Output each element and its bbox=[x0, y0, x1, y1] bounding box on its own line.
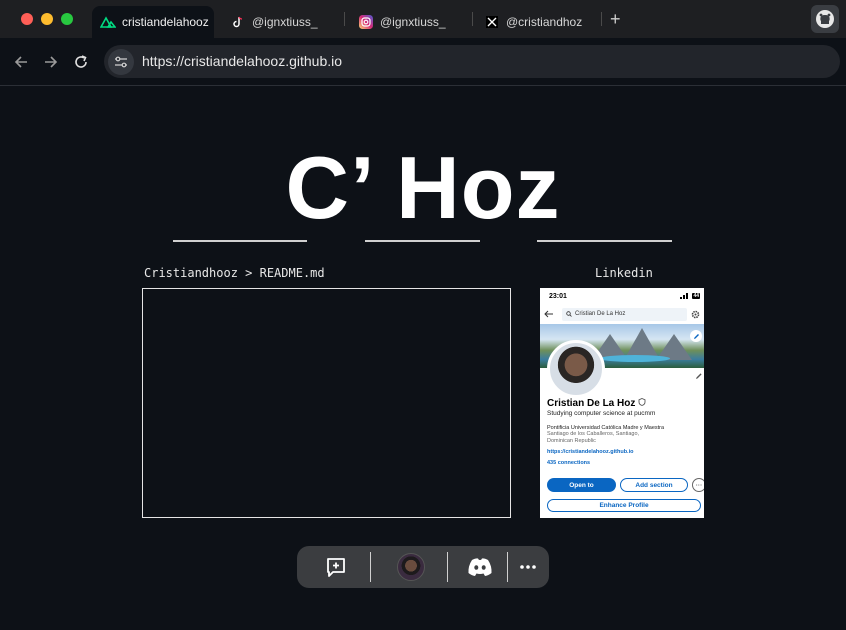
browser-toolbar: https://cristiandelahooz.github.io bbox=[0, 38, 846, 86]
back-arrow-icon bbox=[14, 56, 27, 68]
profile-location-country: Dominican Republic bbox=[547, 438, 596, 444]
more-icon[interactable] bbox=[515, 546, 541, 588]
tab-x[interactable]: @cristiandhoz bbox=[476, 6, 598, 38]
tab-separator bbox=[344, 12, 345, 26]
linkedin-profile-card[interactable]: 23:01 44 Cristian De La Hoz Cristian De … bbox=[540, 288, 704, 518]
forward-arrow-icon bbox=[45, 56, 58, 68]
avatar[interactable] bbox=[394, 546, 428, 588]
dock-separator bbox=[447, 552, 448, 582]
tab-label: @ignxtiuss_ bbox=[252, 15, 318, 29]
page-content: C’ Hoz Cristiandhooz > README.md Linkedi… bbox=[0, 87, 846, 630]
address-bar[interactable]: https://cristiandelahooz.github.io bbox=[104, 45, 840, 78]
status-time: 23:01 bbox=[549, 292, 567, 300]
new-tab-button[interactable]: + bbox=[610, 9, 621, 30]
tab-separator bbox=[601, 12, 602, 26]
add-comment-icon[interactable] bbox=[319, 546, 353, 588]
site-settings-icon[interactable] bbox=[108, 49, 134, 75]
verified-shield-icon bbox=[638, 398, 646, 406]
tab-label: @ignxtiuss_ bbox=[380, 15, 446, 29]
minimize-window-button[interactable] bbox=[41, 13, 53, 25]
search-text: Cristian De La Hoz bbox=[575, 311, 626, 317]
tiktok-icon bbox=[230, 14, 246, 30]
title-underline bbox=[365, 240, 480, 242]
linkedin-label[interactable]: Linkedin bbox=[595, 266, 653, 280]
readme-frame bbox=[142, 288, 511, 518]
github-icon[interactable] bbox=[811, 5, 839, 33]
linkedin-search-field[interactable]: Cristian De La Hoz bbox=[562, 307, 687, 321]
title-underline bbox=[537, 240, 672, 242]
battery-badge: 44 bbox=[692, 293, 700, 299]
gear-icon bbox=[691, 310, 700, 318]
page-title: C’ Hoz bbox=[285, 138, 561, 237]
signal-icon bbox=[680, 293, 689, 299]
profile-connections[interactable]: 435 connections bbox=[547, 460, 699, 466]
search-icon bbox=[566, 311, 572, 317]
discord-icon[interactable] bbox=[462, 546, 498, 588]
readme-label[interactable]: Cristiandhooz > README.md bbox=[144, 266, 325, 280]
profile-avatar bbox=[547, 340, 605, 398]
x-icon bbox=[484, 14, 500, 30]
tab-tiktok[interactable]: @ignxtiuss_ bbox=[222, 6, 340, 38]
profile-name: Cristian De La Hoz bbox=[547, 398, 699, 409]
profile-headline: Studying computer science at pucmm bbox=[547, 410, 656, 417]
back-arrow-icon bbox=[544, 310, 553, 318]
tab-label: @cristiandhoz bbox=[506, 15, 583, 29]
reload-button[interactable] bbox=[71, 52, 91, 72]
add-section-button[interactable]: Add section bbox=[620, 478, 688, 492]
tab-label: cristiandelahooz bbox=[122, 15, 209, 29]
banner-lake bbox=[600, 355, 670, 362]
title-underline bbox=[173, 240, 307, 242]
linkedin-search-row: Cristian De La Hoz bbox=[540, 304, 704, 324]
reload-icon bbox=[75, 55, 87, 68]
profile-website-link[interactable]: https://cristiandelahooz.github.io bbox=[547, 449, 699, 455]
enhance-profile-button[interactable]: Enhance Profile bbox=[547, 499, 701, 512]
profile-location: Santiago de los Caballeros, Santiago, bbox=[547, 431, 640, 437]
profile-actions: Open to Add section ··· bbox=[547, 478, 704, 492]
edit-banner-icon[interactable] bbox=[690, 330, 702, 342]
close-window-button[interactable] bbox=[21, 13, 33, 25]
profile-details: Cristian De La Hoz Studying computer sci… bbox=[547, 398, 699, 466]
url-text: https://cristiandelahooz.github.io bbox=[142, 53, 343, 69]
tab-cristiandelahooz[interactable]: cristiandelahooz bbox=[92, 6, 214, 38]
forward-button[interactable] bbox=[41, 52, 61, 72]
dock-separator bbox=[370, 552, 371, 582]
more-options-button[interactable]: ··· bbox=[692, 478, 704, 492]
instagram-icon bbox=[358, 14, 374, 30]
edit-pencil-icon bbox=[696, 373, 702, 379]
phone-status-bar: 23:01 44 bbox=[540, 288, 704, 304]
nuxt-icon bbox=[100, 14, 116, 30]
bottom-dock bbox=[297, 546, 549, 588]
back-button[interactable] bbox=[11, 52, 31, 72]
tab-instagram[interactable]: @ignxtiuss_ bbox=[350, 6, 468, 38]
tab-separator bbox=[472, 12, 473, 26]
dock-separator bbox=[507, 552, 508, 582]
open-to-button[interactable]: Open to bbox=[547, 478, 616, 492]
maximize-window-button[interactable] bbox=[61, 13, 73, 25]
browser-titlebar: cristiandelahooz @ignxtiuss_ @ignxtiuss_… bbox=[0, 0, 846, 38]
